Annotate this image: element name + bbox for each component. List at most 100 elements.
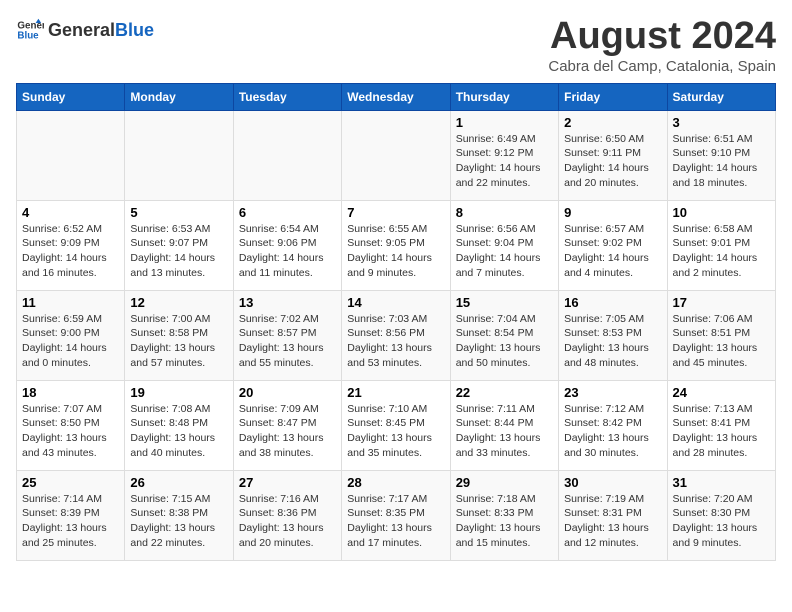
day-cell: 14 Sunrise: 7:03 AM Sunset: 8:56 PM Dayli… [342, 290, 450, 380]
header: General Blue GeneralBlue August 2024 Cab… [16, 16, 776, 75]
header-cell-sunday: Sunday [17, 83, 125, 110]
day-cell: 6 Sunrise: 6:54 AM Sunset: 9:06 PM Daylig… [233, 200, 341, 290]
day-info: Sunrise: 7:08 AM Sunset: 8:48 PM Dayligh… [130, 402, 227, 461]
calendar-table: SundayMondayTuesdayWednesdayThursdayFrid… [16, 83, 776, 561]
day-number: 29 [456, 475, 553, 490]
day-info: Sunrise: 7:04 AM Sunset: 8:54 PM Dayligh… [456, 312, 553, 371]
header-cell-tuesday: Tuesday [233, 83, 341, 110]
day-number: 2 [564, 115, 661, 130]
day-number: 17 [673, 295, 770, 310]
day-cell: 26Sunrise: 7:15 AM Sunset: 8:38 PM Dayli… [125, 470, 233, 560]
day-cell: 27 Sunrise: 7:16 AM Sunset: 8:36 PM Dayli… [233, 470, 341, 560]
day-cell: 5Sunrise: 6:53 AM Sunset: 9:07 PM Daylig… [125, 200, 233, 290]
day-info: Sunrise: 6:49 AM Sunset: 9:12 PM Dayligh… [456, 132, 553, 191]
day-cell: 19 Sunrise: 7:08 AM Sunset: 8:48 PM Dayli… [125, 380, 233, 470]
header-cell-friday: Friday [559, 83, 667, 110]
day-number: 12 [130, 295, 227, 310]
calendar-header: SundayMondayTuesdayWednesdayThursdayFrid… [17, 83, 776, 110]
day-cell: 13 Sunrise: 7:02 AM Sunset: 8:57 PM Dayli… [233, 290, 341, 380]
day-number: 23 [564, 385, 661, 400]
day-info: Sunrise: 6:52 AM Sunset: 9:09 PM Dayligh… [22, 222, 119, 281]
logo: General Blue GeneralBlue [16, 16, 154, 44]
day-info: Sunrise: 7:20 AM Sunset: 8:30 PM Dayligh… [673, 492, 770, 551]
day-number: 22 [456, 385, 553, 400]
day-cell: 12 Sunrise: 7:00 AM Sunset: 8:58 PM Dayli… [125, 290, 233, 380]
day-info: Sunrise: 6:57 AM Sunset: 9:02 PM Dayligh… [564, 222, 661, 281]
day-cell: 21 Sunrise: 7:10 AM Sunset: 8:45 PM Dayli… [342, 380, 450, 470]
day-info: Sunrise: 7:19 AM Sunset: 8:31 PM Dayligh… [564, 492, 661, 551]
day-cell: 25 Sunrise: 7:14 AM Sunset: 8:39 PM Dayli… [17, 470, 125, 560]
day-info: Sunrise: 6:58 AM Sunset: 9:01 PM Dayligh… [673, 222, 770, 281]
day-cell: 8 Sunrise: 6:56 AM Sunset: 9:04 PM Daylig… [450, 200, 558, 290]
day-cell: 31 Sunrise: 7:20 AM Sunset: 8:30 PM Dayli… [667, 470, 775, 560]
title-area: August 2024 Cabra del Camp, Catalonia, S… [548, 16, 776, 75]
day-cell: 7 Sunrise: 6:55 AM Sunset: 9:05 PM Daylig… [342, 200, 450, 290]
day-cell: 29Sunrise: 7:18 AM Sunset: 8:33 PM Dayli… [450, 470, 558, 560]
header-cell-thursday: Thursday [450, 83, 558, 110]
day-number: 31 [673, 475, 770, 490]
day-cell: 11Sunrise: 6:59 AM Sunset: 9:00 PM Dayli… [17, 290, 125, 380]
svg-text:Blue: Blue [17, 30, 39, 41]
day-cell: 18 Sunrise: 7:07 AM Sunset: 8:50 PM Dayli… [17, 380, 125, 470]
day-cell: 9 Sunrise: 6:57 AM Sunset: 9:02 PM Daylig… [559, 200, 667, 290]
day-number: 21 [347, 385, 444, 400]
day-info: Sunrise: 7:16 AM Sunset: 8:36 PM Dayligh… [239, 492, 336, 551]
day-info: Sunrise: 6:54 AM Sunset: 9:06 PM Dayligh… [239, 222, 336, 281]
day-number: 11 [22, 295, 119, 310]
day-cell: 2 Sunrise: 6:50 AM Sunset: 9:11 PM Daylig… [559, 110, 667, 200]
logo-icon: General Blue [16, 16, 44, 44]
day-info: Sunrise: 6:56 AM Sunset: 9:04 PM Dayligh… [456, 222, 553, 281]
week-row-1: 1Sunrise: 6:49 AM Sunset: 9:12 PM Daylig… [17, 110, 776, 200]
day-info: Sunrise: 7:09 AM Sunset: 8:47 PM Dayligh… [239, 402, 336, 461]
day-cell: 22 Sunrise: 7:11 AM Sunset: 8:44 PM Dayli… [450, 380, 558, 470]
day-info: Sunrise: 7:02 AM Sunset: 8:57 PM Dayligh… [239, 312, 336, 371]
day-info: Sunrise: 7:12 AM Sunset: 8:42 PM Dayligh… [564, 402, 661, 461]
day-info: Sunrise: 7:03 AM Sunset: 8:56 PM Dayligh… [347, 312, 444, 371]
day-number: 27 [239, 475, 336, 490]
day-info: Sunrise: 7:15 AM Sunset: 8:38 PM Dayligh… [130, 492, 227, 551]
day-number: 3 [673, 115, 770, 130]
logo-text-general: General [48, 20, 115, 41]
day-cell: 24Sunrise: 7:13 AM Sunset: 8:41 PM Dayli… [667, 380, 775, 470]
subtitle: Cabra del Camp, Catalonia, Spain [548, 58, 776, 75]
day-cell: 16Sunrise: 7:05 AM Sunset: 8:53 PM Dayli… [559, 290, 667, 380]
day-cell: 3 Sunrise: 6:51 AM Sunset: 9:10 PM Daylig… [667, 110, 775, 200]
day-number: 30 [564, 475, 661, 490]
day-info: Sunrise: 6:55 AM Sunset: 9:05 PM Dayligh… [347, 222, 444, 281]
day-info: Sunrise: 7:07 AM Sunset: 8:50 PM Dayligh… [22, 402, 119, 461]
day-info: Sunrise: 7:00 AM Sunset: 8:58 PM Dayligh… [130, 312, 227, 371]
day-number: 10 [673, 205, 770, 220]
main-title: August 2024 [548, 16, 776, 58]
day-cell: 30 Sunrise: 7:19 AM Sunset: 8:31 PM Dayli… [559, 470, 667, 560]
header-cell-wednesday: Wednesday [342, 83, 450, 110]
day-info: Sunrise: 7:14 AM Sunset: 8:39 PM Dayligh… [22, 492, 119, 551]
day-cell [342, 110, 450, 200]
day-cell [125, 110, 233, 200]
day-info: Sunrise: 6:53 AM Sunset: 9:07 PM Dayligh… [130, 222, 227, 281]
day-info: Sunrise: 6:51 AM Sunset: 9:10 PM Dayligh… [673, 132, 770, 191]
day-number: 19 [130, 385, 227, 400]
week-row-3: 11Sunrise: 6:59 AM Sunset: 9:00 PM Dayli… [17, 290, 776, 380]
day-number: 6 [239, 205, 336, 220]
week-row-4: 18 Sunrise: 7:07 AM Sunset: 8:50 PM Dayli… [17, 380, 776, 470]
day-number: 4 [22, 205, 119, 220]
day-info: Sunrise: 7:11 AM Sunset: 8:44 PM Dayligh… [456, 402, 553, 461]
day-info: Sunrise: 7:10 AM Sunset: 8:45 PM Dayligh… [347, 402, 444, 461]
day-cell: 4 Sunrise: 6:52 AM Sunset: 9:09 PM Daylig… [17, 200, 125, 290]
day-info: Sunrise: 7:13 AM Sunset: 8:41 PM Dayligh… [673, 402, 770, 461]
day-number: 25 [22, 475, 119, 490]
week-row-2: 4 Sunrise: 6:52 AM Sunset: 9:09 PM Daylig… [17, 200, 776, 290]
day-number: 18 [22, 385, 119, 400]
day-info: Sunrise: 7:06 AM Sunset: 8:51 PM Dayligh… [673, 312, 770, 371]
day-number: 14 [347, 295, 444, 310]
day-cell: 17 Sunrise: 7:06 AM Sunset: 8:51 PM Dayli… [667, 290, 775, 380]
day-number: 7 [347, 205, 444, 220]
day-cell: 10 Sunrise: 6:58 AM Sunset: 9:01 PM Dayli… [667, 200, 775, 290]
day-number: 13 [239, 295, 336, 310]
day-number: 9 [564, 205, 661, 220]
day-number: 8 [456, 205, 553, 220]
logo-text-blue: Blue [115, 20, 154, 41]
day-number: 20 [239, 385, 336, 400]
day-cell: 15Sunrise: 7:04 AM Sunset: 8:54 PM Dayli… [450, 290, 558, 380]
day-info: Sunrise: 6:50 AM Sunset: 9:11 PM Dayligh… [564, 132, 661, 191]
